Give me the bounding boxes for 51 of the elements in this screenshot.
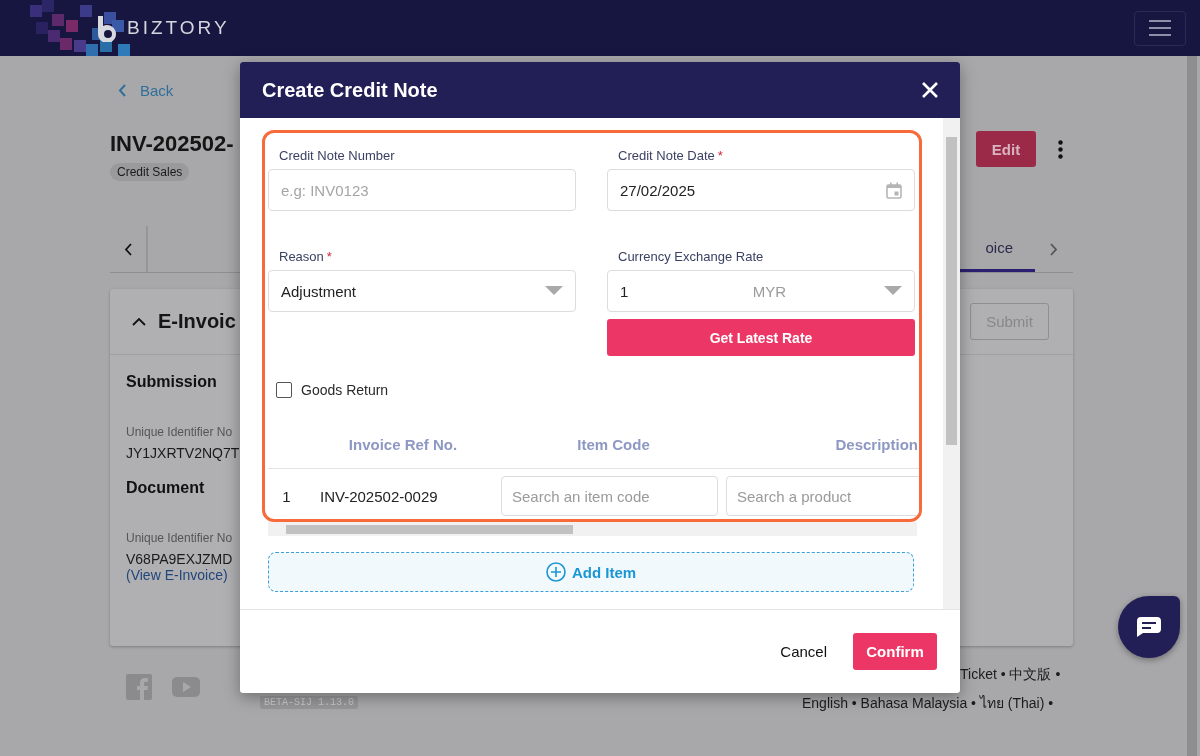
more-options-icon[interactable]: [1058, 139, 1063, 159]
group-heading: Submission: [126, 373, 217, 391]
back-link[interactable]: Back: [140, 82, 174, 99]
dropdown-caret-icon: [545, 286, 563, 296]
language-links: Ticket • 中文版 •: [960, 666, 1061, 684]
column-header: Item Code: [501, 428, 726, 468]
dialog-title: Create Credit Note: [262, 78, 438, 102]
section-title: E-Invoic: [158, 310, 236, 333]
cancel-button[interactable]: Cancel: [780, 643, 827, 660]
get-latest-rate-button[interactable]: Get Latest Rate: [607, 319, 915, 356]
column-header: Invoice Ref No.: [305, 428, 501, 468]
chevron-left-icon[interactable]: [124, 242, 132, 256]
identifier-value: V68PA9EXJZMD: [126, 551, 233, 567]
dropdown-caret-icon: [884, 286, 902, 296]
date-field[interactable]: 27/02/2025: [607, 169, 915, 211]
plus-circle-icon: [545, 562, 566, 582]
chevron-up-icon[interactable]: [132, 317, 146, 326]
group-heading: Document: [126, 479, 205, 497]
menu-button[interactable]: [1134, 10, 1186, 46]
item-code-field[interactable]: Search an item code: [501, 476, 718, 517]
view-e-invoice-link[interactable]: (View E-Invoice): [126, 567, 228, 583]
add-item-button[interactable]: Add Item: [268, 552, 914, 592]
table-cell: INV-202502-0029: [305, 468, 501, 519]
field-label: Currency Exchange Rate: [618, 249, 765, 264]
reason-dropdown[interactable]: Adjustment: [268, 270, 576, 312]
product-search-field[interactable]: Search a product: [726, 476, 919, 517]
chat-icon: [1137, 617, 1161, 637]
goods-return-checkbox[interactable]: [276, 382, 292, 398]
checkbox-label: Goods Return: [301, 382, 389, 398]
chevron-right-icon[interactable]: [1050, 242, 1058, 256]
field-label: Credit Note Date *: [618, 148, 724, 163]
language-links: English • Bahasa Malaysia • ไทย (Thai) •: [802, 694, 1054, 713]
close-icon: [922, 82, 938, 98]
chat-button[interactable]: [1118, 596, 1180, 658]
confirm-button[interactable]: Confirm: [853, 633, 937, 670]
identifier-value: JY1JXRTV2NQ7T: [126, 445, 240, 461]
field-label: Reason *: [279, 249, 333, 264]
text-field[interactable]: e.g: INV0123: [268, 169, 576, 211]
invoice-title: INV-202502-: [110, 131, 234, 157]
field-label: Credit Note Number: [279, 148, 396, 163]
row-number: 1: [268, 468, 305, 519]
field-label: Unique Identifier No: [126, 425, 233, 439]
field-label: Unique Identifier No: [126, 531, 233, 545]
column-header: Description: [726, 428, 919, 468]
calendar-icon: [886, 181, 902, 199]
status-tag: Credit Sales: [110, 163, 190, 181]
brand-name: BIZTORY: [127, 17, 230, 39]
menu-icon: [1149, 20, 1171, 36]
close-button[interactable]: [922, 82, 938, 98]
exchange-rate-field[interactable]: 1 MYR: [607, 270, 915, 312]
edit-button[interactable]: Edit: [976, 131, 1036, 167]
